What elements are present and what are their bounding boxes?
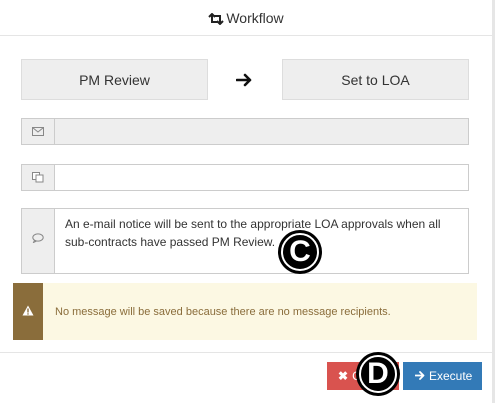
marker-c: C (278, 230, 322, 274)
close-icon: ✖ (338, 369, 349, 383)
execute-button[interactable]: Execute (403, 362, 482, 390)
retweet-icon (208, 12, 225, 25)
comment-icon (32, 233, 44, 243)
arrow-right-icon (414, 369, 425, 383)
comment-addon (22, 209, 55, 273)
marker-d-ring: D (359, 355, 397, 393)
from-step-box: PM Review (21, 59, 208, 100)
modal-title: Workflow (208, 9, 284, 26)
envelope-icon (32, 127, 44, 136)
copy-icon (32, 172, 44, 183)
cc-input[interactable] (55, 165, 468, 190)
warning-icon (22, 303, 34, 321)
warning-alert: No message will be saved because there a… (13, 283, 477, 340)
arrow-right-icon (235, 73, 253, 87)
recipients-input[interactable] (55, 119, 468, 144)
recipients-input-group (21, 118, 469, 145)
marker-d: D (356, 352, 400, 396)
from-step-label: PM Review (79, 71, 150, 88)
modal-header: Workflow (0, 0, 492, 36)
cc-input-group (21, 164, 469, 191)
to-step-label: Set to LOA (341, 71, 410, 88)
to-step-box: Set to LOA (282, 59, 469, 100)
marker-c-ring: C (281, 233, 319, 271)
copy-addon (22, 165, 55, 190)
envelope-addon (22, 119, 55, 144)
marker-d-label: D (367, 357, 389, 390)
warning-stripe (13, 283, 43, 340)
execute-button-label: Execute (429, 369, 473, 383)
marker-c-label: C (289, 235, 311, 268)
modal-title-text: Workflow (226, 9, 284, 26)
warning-message: No message will be saved because there a… (55, 305, 391, 318)
workflow-modal: Workflow PM Review Set to LOA An e-mail … (0, 0, 495, 403)
message-input-group: An e-mail notice will be sent to the app… (21, 208, 469, 274)
message-textarea[interactable]: An e-mail notice will be sent to the app… (55, 209, 468, 273)
